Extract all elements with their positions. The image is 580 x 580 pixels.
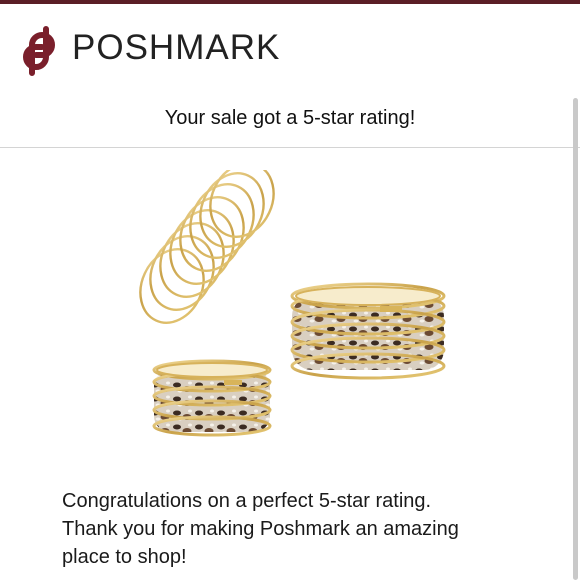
message-line-2: Thank you for making Poshmark an amazing	[62, 518, 459, 540]
large-bangle-stack	[290, 282, 446, 380]
bangle-bracelets-image	[139, 170, 446, 437]
congratulations-message: Congratulations on a perfect 5-star rati…	[62, 487, 532, 571]
message-line-3: place to shop!	[62, 546, 187, 568]
brand-wordmark[interactable]: POSHMARK	[72, 26, 280, 70]
poshmark-logo-icon	[23, 26, 55, 76]
divider	[0, 147, 580, 148]
small-bangle-stack	[152, 359, 272, 437]
rating-headline: Your sale got a 5-star rating!	[164, 107, 416, 129]
scrollbar[interactable]	[573, 98, 578, 580]
message-line-1: Congratulations on a perfect 5-star rati…	[62, 490, 432, 512]
header: POSHMARK	[0, 4, 580, 96]
loose-bangles	[139, 170, 275, 324]
